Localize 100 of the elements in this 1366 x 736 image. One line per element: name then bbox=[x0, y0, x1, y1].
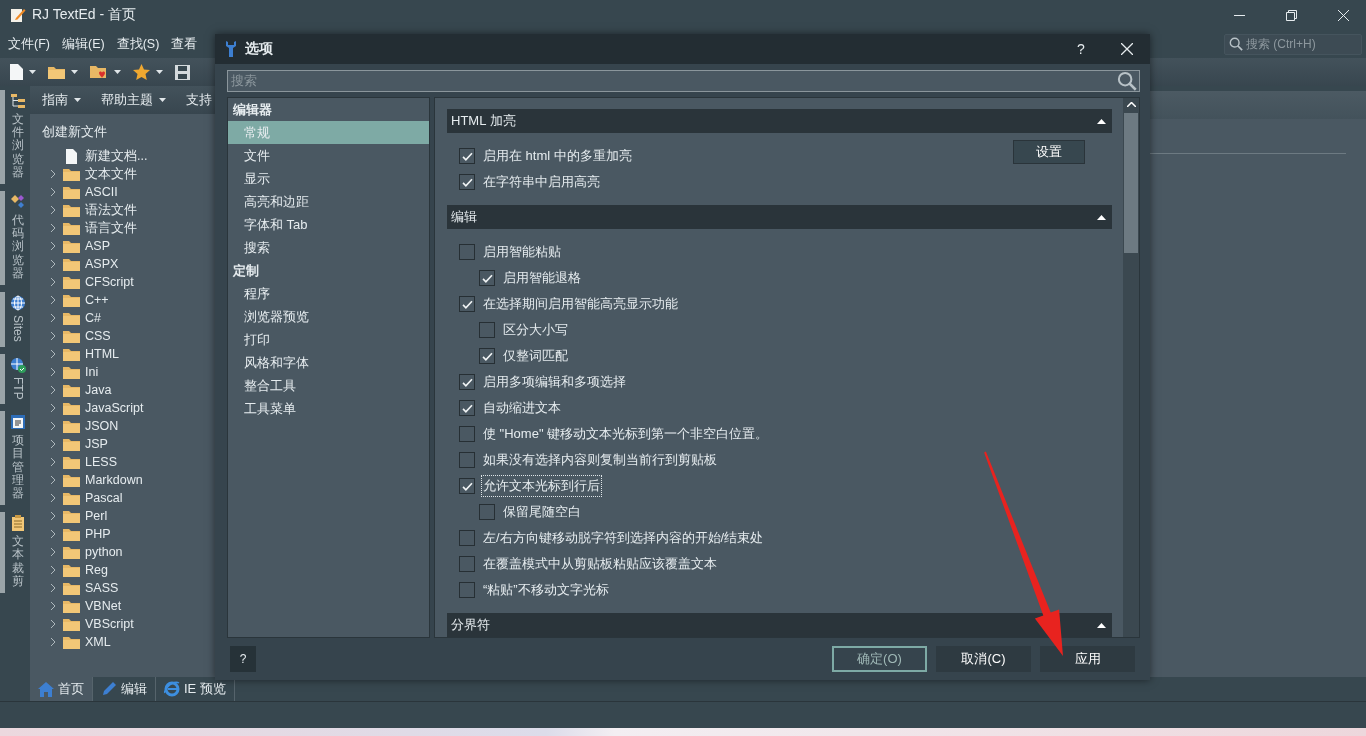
checkbox[interactable] bbox=[479, 322, 495, 338]
tree-item[interactable]: Java bbox=[42, 381, 215, 399]
caret-icon[interactable] bbox=[74, 98, 81, 102]
tree-item[interactable]: Reg bbox=[42, 561, 215, 579]
tree-item[interactable]: CFScript bbox=[42, 273, 215, 291]
dialog-button[interactable]: 应用 bbox=[1040, 646, 1135, 672]
restore-icon[interactable] bbox=[1285, 9, 1297, 21]
caret-icon[interactable] bbox=[156, 70, 163, 74]
toolbar-menu[interactable]: 指南 bbox=[42, 91, 68, 109]
section-header[interactable]: 分界符 bbox=[447, 613, 1112, 637]
chevron-icon[interactable] bbox=[50, 313, 56, 323]
tree-item[interactable]: python bbox=[42, 543, 215, 561]
category-item[interactable]: 风格和字体 bbox=[228, 351, 429, 374]
collapse-icon[interactable] bbox=[1097, 214, 1106, 220]
help-button[interactable]: ? bbox=[1066, 41, 1096, 57]
minimize-icon[interactable] bbox=[1233, 14, 1245, 16]
checkbox[interactable] bbox=[479, 504, 495, 520]
tree-item[interactable]: JSON bbox=[42, 417, 215, 435]
chevron-icon[interactable] bbox=[50, 511, 56, 521]
chevron-icon[interactable] bbox=[50, 529, 56, 539]
chevron-icon[interactable] bbox=[50, 421, 56, 431]
caret-icon[interactable] bbox=[29, 70, 36, 74]
tree-item[interactable]: ASPX bbox=[42, 255, 215, 273]
dialog-button[interactable]: 取消(C) bbox=[936, 646, 1031, 672]
chevron-icon[interactable] bbox=[50, 367, 56, 377]
caret-icon[interactable] bbox=[114, 70, 121, 74]
tree-item[interactable]: Perl bbox=[42, 507, 215, 525]
chevron-icon[interactable] bbox=[50, 277, 56, 287]
section-header[interactable]: HTML 加亮 bbox=[447, 109, 1112, 133]
chevron-icon[interactable] bbox=[50, 241, 56, 251]
checkbox[interactable] bbox=[459, 452, 475, 468]
checkbox[interactable] bbox=[459, 400, 475, 416]
chevron-icon[interactable] bbox=[50, 205, 56, 215]
tree-item[interactable]: ASP bbox=[42, 237, 215, 255]
toolbar-menu[interactable]: 帮助主题 bbox=[101, 91, 153, 109]
checkbox[interactable] bbox=[459, 148, 475, 164]
checkbox[interactable] bbox=[459, 244, 475, 260]
chevron-icon[interactable] bbox=[50, 169, 56, 179]
category-item[interactable]: 整合工具 bbox=[228, 374, 429, 397]
tree-item[interactable]: C++ bbox=[42, 291, 215, 309]
close-icon[interactable] bbox=[1337, 9, 1349, 21]
checkbox[interactable] bbox=[459, 296, 475, 312]
chevron-icon[interactable] bbox=[50, 403, 56, 413]
checkbox[interactable] bbox=[459, 556, 475, 572]
tree-item[interactable]: JavaScript bbox=[42, 399, 215, 417]
chevron-icon[interactable] bbox=[50, 223, 56, 233]
chevron-icon[interactable] bbox=[50, 493, 56, 503]
checkbox[interactable] bbox=[459, 426, 475, 442]
settings-button[interactable]: 设置 bbox=[1013, 140, 1085, 164]
tree-item[interactable]: 文本文件 bbox=[42, 165, 215, 183]
checkbox[interactable] bbox=[459, 174, 475, 190]
help-button[interactable]: ? bbox=[230, 646, 256, 672]
caret-icon[interactable] bbox=[71, 70, 78, 74]
checkbox[interactable] bbox=[459, 582, 475, 598]
chevron-icon[interactable] bbox=[50, 637, 56, 647]
checkbox[interactable] bbox=[459, 530, 475, 546]
tree-item[interactable]: Markdown bbox=[42, 471, 215, 489]
category-item[interactable]: 搜索 bbox=[228, 236, 429, 259]
tree-item[interactable]: HTML bbox=[42, 345, 215, 363]
tree-item[interactable]: C# bbox=[42, 309, 215, 327]
chevron-icon[interactable] bbox=[50, 295, 56, 305]
checkbox[interactable] bbox=[479, 348, 495, 364]
document-tab[interactable]: 首页 bbox=[30, 677, 93, 701]
category-item[interactable]: 文件 bbox=[228, 144, 429, 167]
category-item[interactable]: 显示 bbox=[228, 167, 429, 190]
tree-item[interactable]: XML bbox=[42, 633, 215, 651]
category-item[interactable]: 工具菜单 bbox=[228, 397, 429, 420]
menu-item[interactable]: 查找(S) bbox=[116, 35, 160, 53]
chevron-icon[interactable] bbox=[50, 547, 56, 557]
tree-item[interactable]: LESS bbox=[42, 453, 215, 471]
chevron-icon[interactable] bbox=[50, 565, 56, 575]
scrollbar-thumb[interactable] bbox=[1124, 113, 1138, 253]
tree-item[interactable]: ASCII bbox=[42, 183, 215, 201]
collapse-icon[interactable] bbox=[1097, 622, 1106, 628]
checkbox[interactable] bbox=[459, 478, 475, 494]
tree-item[interactable]: PHP bbox=[42, 525, 215, 543]
tree-item[interactable]: JSP bbox=[42, 435, 215, 453]
chevron-icon[interactable] bbox=[50, 331, 56, 341]
chevron-icon[interactable] bbox=[50, 439, 56, 449]
tree-item[interactable]: 语法文件 bbox=[42, 201, 215, 219]
dialog-button[interactable]: 确定(O) bbox=[832, 646, 927, 672]
checkbox[interactable] bbox=[479, 270, 495, 286]
menu-item[interactable]: 编辑(E) bbox=[61, 35, 105, 53]
chevron-icon[interactable] bbox=[50, 187, 56, 197]
search-icon[interactable] bbox=[1229, 37, 1243, 51]
menu-item[interactable]: 查看 bbox=[171, 35, 198, 53]
search-icon[interactable] bbox=[1117, 71, 1137, 91]
chevron-icon[interactable] bbox=[50, 259, 56, 269]
chevron-icon[interactable] bbox=[50, 601, 56, 611]
new-file-icon[interactable] bbox=[10, 64, 23, 80]
chevron-icon[interactable] bbox=[50, 619, 56, 629]
menu-item[interactable]: 文件(F) bbox=[8, 35, 50, 53]
tree-item[interactable]: Ini bbox=[42, 363, 215, 381]
folder-heart-icon[interactable] bbox=[90, 64, 108, 80]
scroll-up-icon[interactable] bbox=[1126, 102, 1136, 107]
category-item[interactable]: 打印 bbox=[228, 328, 429, 351]
chevron-icon[interactable] bbox=[50, 349, 56, 359]
chevron-icon[interactable] bbox=[50, 457, 56, 467]
tree-item[interactable]: VBScript bbox=[42, 615, 215, 633]
toolbar-menu[interactable]: 支持 bbox=[186, 91, 212, 109]
